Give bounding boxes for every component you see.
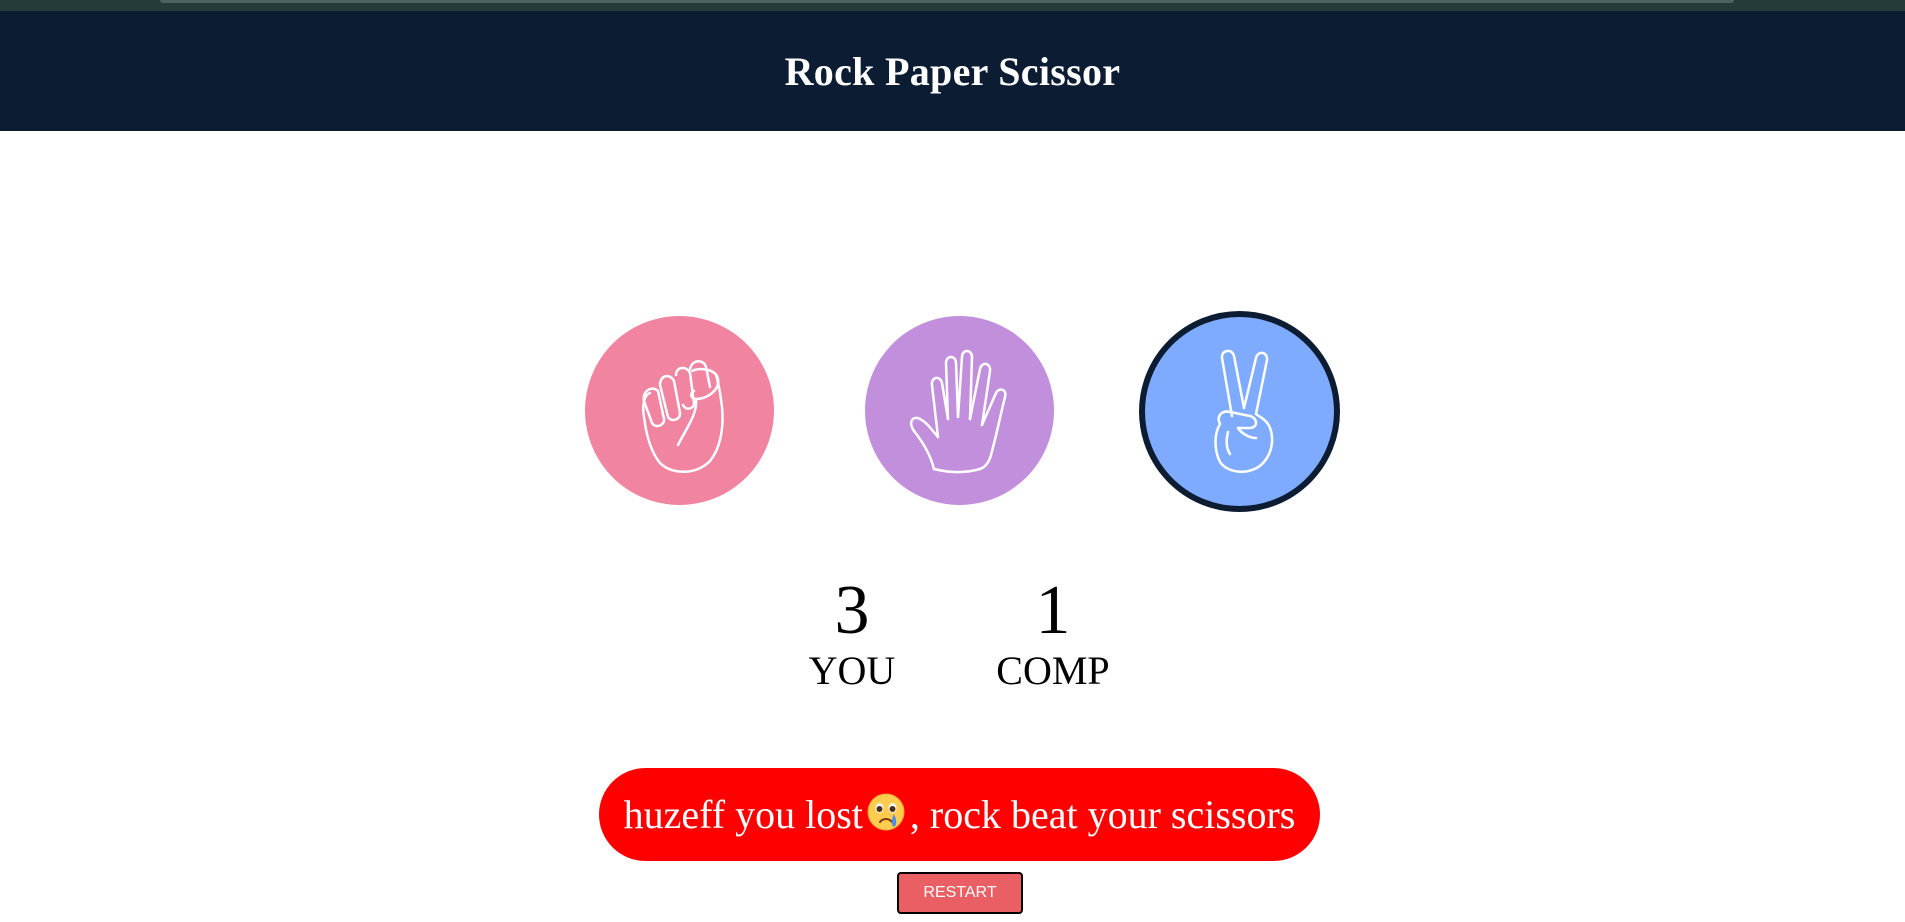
- open-hand-icon: [909, 349, 1007, 473]
- user-score: 3 YOU: [767, 568, 937, 694]
- result-message: huzeff you lost , rock beat your scissor…: [599, 768, 1320, 861]
- browser-scrollbar: [160, 0, 1734, 3]
- page-header: Rock Paper Scissor: [0, 11, 1905, 131]
- computer-score-label: COMP: [996, 648, 1110, 693]
- scissors-choice-button[interactable]: [1139, 311, 1340, 512]
- user-score-value: 3: [834, 572, 870, 649]
- page-title: Rock Paper Scissor: [784, 48, 1121, 94]
- result-message-detail: , rock beat your scissors: [909, 792, 1296, 837]
- restart-button[interactable]: RESTART: [897, 872, 1023, 914]
- fist-hand-icon: [641, 359, 724, 473]
- computer-score: 1 COMP: [968, 568, 1138, 694]
- peace-hand-icon: [1213, 349, 1273, 473]
- user-score-label: YOU: [808, 648, 896, 693]
- rock-choice-button[interactable]: [585, 316, 774, 505]
- paper-choice-button[interactable]: [865, 316, 1054, 505]
- crying-face-icon: [867, 793, 905, 830]
- browser-top-strip: [0, 0, 1905, 11]
- computer-score-value: 1: [1035, 572, 1071, 649]
- result-message-text: huzeff you lost: [623, 792, 863, 837]
